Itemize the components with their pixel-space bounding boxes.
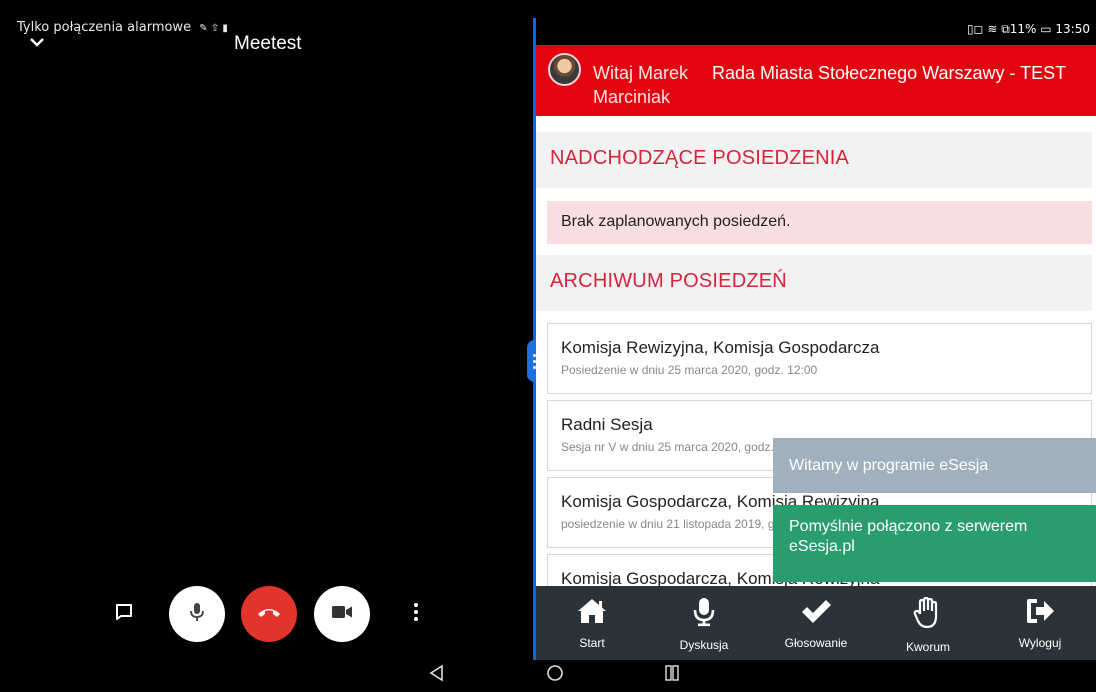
recents-icon[interactable] bbox=[664, 664, 680, 688]
nav-label: Start bbox=[579, 636, 605, 650]
left-status-bar: Tylko połączenia alarmowe ✎ ⇧ ▮ bbox=[17, 20, 228, 35]
meeting-title: Radni Sesja bbox=[561, 415, 653, 434]
more-options-button[interactable] bbox=[404, 600, 428, 628]
nav-label: Głosowanie bbox=[784, 636, 848, 650]
nav-discussion[interactable]: Dyskusja bbox=[648, 586, 760, 660]
avatar[interactable] bbox=[548, 53, 581, 86]
nav-label: Dyskusja bbox=[679, 638, 729, 652]
camera-button[interactable] bbox=[314, 586, 370, 642]
right-status-bar: ▯◻ ≋ ⧉11% ▭ 13:50 bbox=[536, 18, 1096, 45]
app-header: Witaj Marek Marciniak Rada Miasta Stołec… bbox=[536, 45, 1096, 116]
home-icon bbox=[576, 597, 608, 630]
status-icons: ✎ ⇧ ▮ bbox=[199, 23, 228, 34]
bottom-navigation: Start Dyskusja Głosowanie Kworum Wyloguj bbox=[536, 586, 1096, 660]
hand-icon bbox=[913, 596, 943, 634]
nav-start[interactable]: Start bbox=[536, 586, 648, 660]
hangup-button[interactable] bbox=[241, 586, 297, 642]
microphone-icon bbox=[692, 597, 716, 632]
back-icon[interactable] bbox=[428, 664, 444, 688]
user-greeting: Witaj Marek Marciniak bbox=[593, 63, 689, 107]
microphone-button[interactable] bbox=[169, 586, 225, 642]
nav-logout[interactable]: Wyloguj bbox=[984, 586, 1096, 660]
checkmark-icon bbox=[800, 597, 832, 630]
upcoming-meetings-heading: NADCHODZĄCE POSIEDZENIA bbox=[536, 132, 1092, 188]
microphone-icon bbox=[188, 601, 206, 628]
meeting-subtitle: Posiedzenie w dniu 25 marca 2020, godz. … bbox=[561, 363, 818, 377]
chevron-down-icon[interactable] bbox=[30, 34, 44, 50]
nav-label: Wyloguj bbox=[1018, 636, 1062, 650]
nav-label: Kworum bbox=[905, 640, 950, 654]
chat-icon bbox=[114, 602, 134, 627]
meeting-card[interactable]: Komisja Rewizyjna, Komisja Gospodarcza P… bbox=[547, 323, 1092, 394]
esesja-app-pane: ▯◻ ≋ ⧉11% ▭ 13:50 Witaj Marek Marciniak … bbox=[536, 18, 1096, 660]
council-title: Rada Miasta Stołecznego Warszawy - TEST bbox=[712, 63, 1067, 83]
no-meetings-alert: Brak zaplanowanych posiedzeń. bbox=[547, 201, 1092, 244]
emergency-calls-only-text: Tylko połączenia alarmowe bbox=[17, 20, 192, 35]
home-circle-icon[interactable] bbox=[546, 664, 564, 688]
chat-button[interactable] bbox=[110, 600, 138, 628]
connected-toast[interactable]: Pomyślnie połączono z serwerem eSesja.pl bbox=[773, 505, 1096, 582]
nav-quorum[interactable]: Kworum bbox=[872, 586, 984, 660]
more-vert-icon bbox=[413, 602, 419, 627]
camera-icon bbox=[331, 605, 353, 624]
video-call-pane: Tylko połączenia alarmowe ✎ ⇧ ▮ Meetest bbox=[0, 0, 533, 660]
welcome-toast[interactable]: Witamy w programie eSesja bbox=[773, 438, 1096, 493]
system-navigation-bar bbox=[0, 660, 1096, 692]
hangup-icon bbox=[257, 605, 281, 623]
archive-heading: ARCHIWUM POSIEDZEŃ bbox=[536, 255, 1092, 311]
logout-icon bbox=[1025, 597, 1055, 630]
app-title: Meetest bbox=[234, 33, 302, 54]
nav-voting[interactable]: Głosowanie bbox=[760, 586, 872, 660]
meeting-title: Komisja Rewizyjna, Komisja Gospodarcza bbox=[561, 338, 880, 357]
